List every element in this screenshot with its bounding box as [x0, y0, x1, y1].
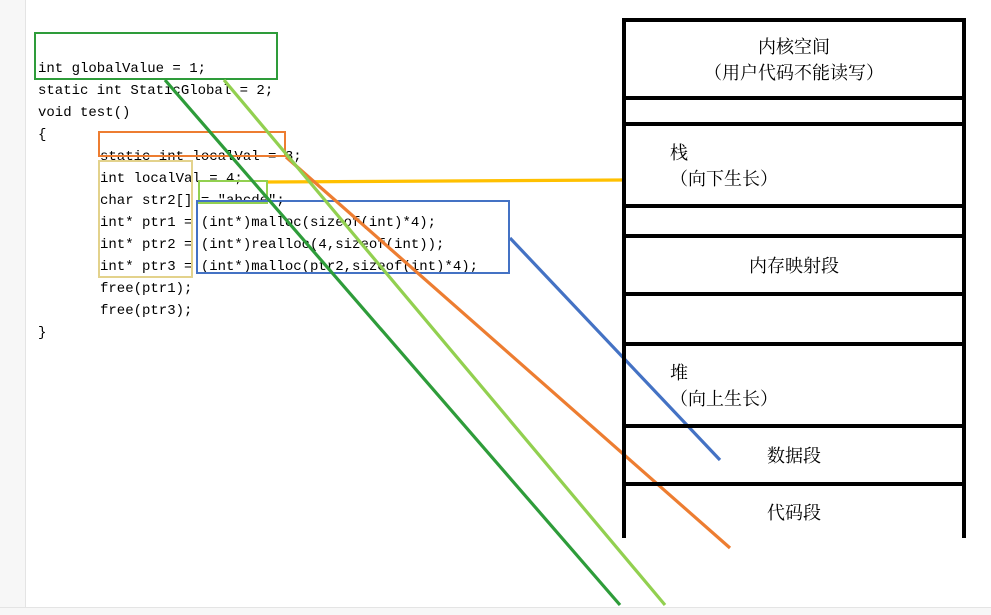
memory-layout: 内核空间 （用户代码不能读写） 栈 （向下生长） 内存映射段 堆 （向上生长） …: [622, 18, 966, 538]
mem-code-segment: 代码段: [626, 486, 962, 538]
mem-kernel: 内核空间 （用户代码不能读写）: [626, 22, 962, 100]
static-local-box: [98, 131, 286, 157]
mem-kernel-l1: 内核空间: [758, 33, 830, 59]
heap-alloc-box: [196, 200, 510, 274]
code-line: free(ptr3);: [100, 303, 192, 319]
code-line: {: [38, 127, 46, 143]
mem-data-label: 数据段: [767, 442, 821, 468]
mem-heap: 堆 （向上生长）: [626, 346, 962, 428]
code-line: free(ptr1);: [100, 281, 192, 297]
mem-stack-l2: （向下生长）: [670, 165, 778, 191]
doc-bottom-ruler: [0, 607, 991, 615]
mem-code-label: 代码段: [767, 499, 821, 525]
mem-mmap: 内存映射段: [626, 238, 962, 296]
mem-stack-l1: 栈: [670, 139, 688, 165]
mem-heap-l1: 堆: [670, 359, 688, 385]
code-line: }: [38, 325, 46, 341]
mem-gap: [626, 208, 962, 238]
mem-heap-l2: （向上生长）: [670, 385, 778, 411]
mem-gap: [626, 100, 962, 126]
global-box: [34, 32, 278, 80]
mem-kernel-l2: （用户代码不能读写）: [704, 59, 884, 85]
mem-data-segment: 数据段: [626, 428, 962, 486]
code-line: void test(): [38, 105, 130, 121]
doc-left-margin: [0, 0, 26, 615]
mem-stack: 栈 （向下生长）: [626, 126, 962, 208]
mem-mmap-label: 内存映射段: [749, 252, 839, 278]
mem-gap: [626, 296, 962, 346]
local-vars-box: [98, 160, 193, 278]
code-line: static int StaticGlobal = 2;: [38, 83, 273, 99]
